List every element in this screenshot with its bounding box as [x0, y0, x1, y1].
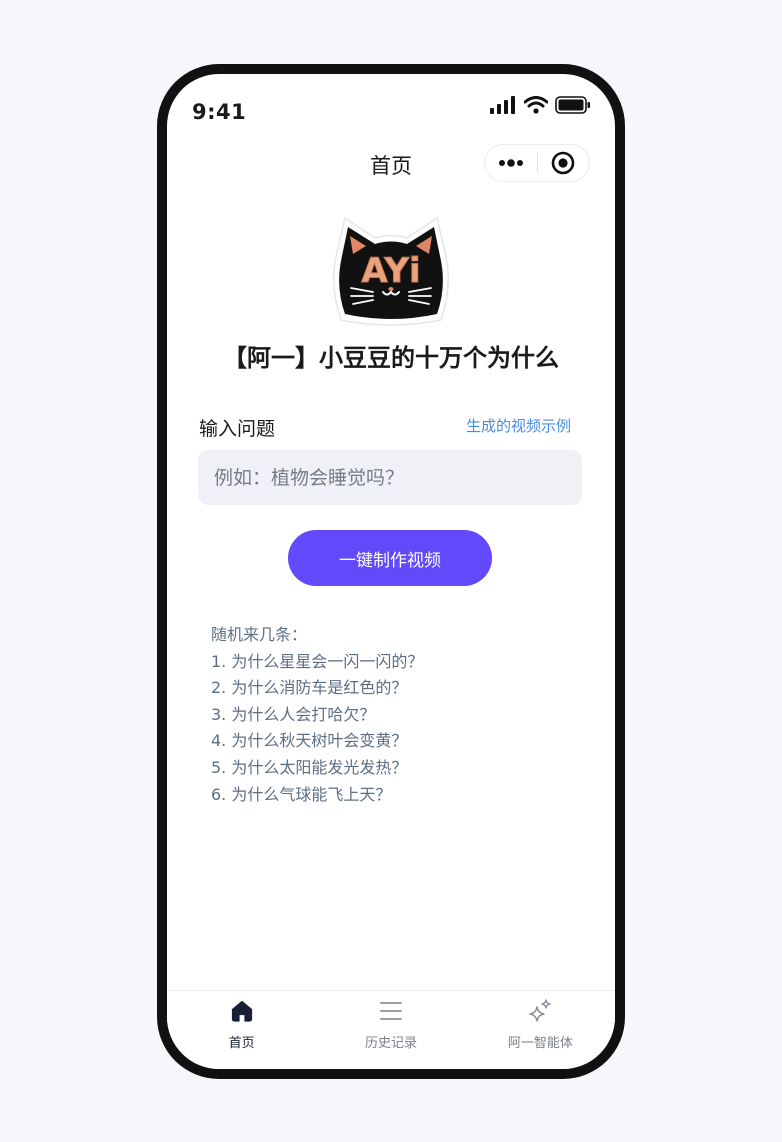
wifi-icon [524, 96, 548, 114]
tab-bar: 首页 历史记录 阿一智能体 [167, 990, 615, 1069]
signal-icon [490, 96, 515, 114]
logo-text: AYi [361, 251, 420, 291]
tab-history[interactable]: 历史记录 [316, 991, 465, 1069]
tab-home[interactable]: 首页 [167, 991, 316, 1069]
more-button[interactable] [485, 145, 537, 181]
make-video-button[interactable]: 一键制作视频 [288, 530, 492, 586]
random-question-item[interactable]: 5. 为什么太阳能发光发热？ [211, 755, 423, 782]
question-input[interactable] [198, 450, 582, 505]
screen: 9:41 首页 AYi 【阿一】小豆豆的十万个为什么 输入问题 生成的视频示例 … [167, 74, 615, 1069]
more-dots-icon [498, 159, 523, 167]
random-question-item[interactable]: 6. 为什么气球能飞上天？ [211, 782, 423, 809]
home-icon [229, 998, 255, 1024]
example-video-link[interactable]: 生成的视频示例 [466, 415, 571, 436]
tab-label: 历史记录 [364, 1036, 417, 1051]
sparkle-icon [527, 998, 553, 1024]
list-icon [378, 998, 404, 1024]
question-label: 输入问题 [199, 418, 276, 440]
battery-icon [555, 96, 590, 114]
random-question-item[interactable]: 1. 为什么星星会一闪一闪的？ [211, 649, 423, 676]
target-icon [551, 151, 575, 175]
random-question-item[interactable]: 4. 为什么秋天树叶会变黄？ [211, 728, 423, 755]
cat-logo: AYi [333, 216, 449, 326]
mini-program-capsule [484, 144, 590, 182]
phone-frame: 9:41 首页 AYi 【阿一】小豆豆的十万个为什么 输入问题 生成的视频示例 … [157, 64, 625, 1079]
tab-agent[interactable]: 阿一智能体 [466, 991, 615, 1069]
tab-label: 阿一智能体 [507, 1036, 573, 1051]
random-question-item[interactable]: 2. 为什么消防车是红色的？ [211, 675, 423, 702]
status-time: 9:41 [192, 100, 247, 124]
random-question-item[interactable]: 3. 为什么人会打哈欠？ [211, 702, 423, 729]
random-heading: 随机来几条： [211, 625, 308, 644]
app-title: 【阿一】小豆豆的十万个为什么 [223, 344, 559, 372]
close-button[interactable] [538, 145, 590, 181]
status-icons [489, 96, 591, 114]
random-questions: 随机来几条： 1. 为什么星星会一闪一闪的？ 2. 为什么消防车是红色的？ 3.… [211, 622, 423, 808]
tab-label: 首页 [228, 1036, 255, 1051]
